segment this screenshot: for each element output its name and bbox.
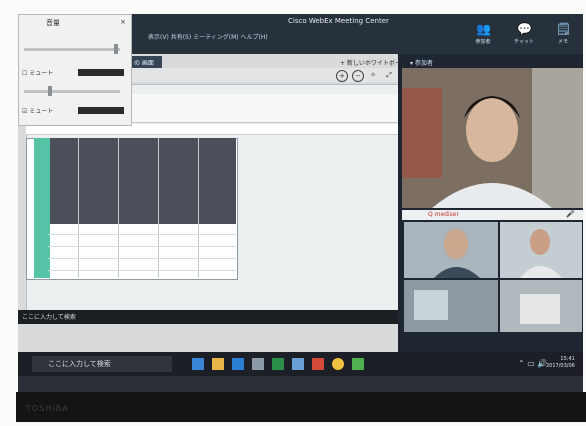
participant-video-1-image — [404, 222, 498, 278]
chat-button-label: チャット — [514, 39, 534, 45]
fullscreen-icon[interactable]: ⤢ — [384, 70, 394, 80]
mic-mute-icon[interactable]: 🎤 — [566, 210, 575, 218]
fit-icon[interactable]: ✧ — [368, 70, 378, 80]
grid-line — [48, 246, 236, 247]
grid-line — [118, 138, 119, 278]
taskbar-clock[interactable]: 15:41 2017/03/06 — [546, 356, 575, 370]
edge-browser-icon[interactable] — [232, 358, 244, 370]
tray-icons[interactable]: ⌃ ▭ 🔊 — [518, 359, 547, 368]
mute-checkbox-mic[interactable]: ☑ ミュート — [22, 106, 53, 115]
clock-date: 2017/03/06 — [546, 363, 575, 369]
window-title: Cisco WebEx Meeting Center — [288, 17, 389, 25]
app-icon[interactable] — [312, 358, 324, 370]
zoom-out-icon[interactable]: − — [352, 70, 364, 82]
screen: Cisco WebEx Meeting Center 表示(V) 共有(S) ミ… — [18, 14, 583, 394]
chat-icon: 💬 — [517, 22, 532, 36]
grid-line — [198, 138, 199, 278]
popup-title: 音量 — [46, 19, 60, 27]
participant-video-2[interactable] — [500, 222, 582, 278]
remote-search-box[interactable]: ここに入力して検索 — [22, 312, 76, 321]
participants-button-label: 参加者 — [475, 39, 491, 45]
store-icon[interactable] — [252, 358, 264, 370]
notes-button[interactable]: 🗒 メモ — [543, 20, 583, 52]
participants-header[interactable]: ▾ 参加者 — [410, 58, 433, 67]
mic-volume-slider[interactable] — [24, 90, 120, 93]
participant-video-4-image — [500, 280, 582, 332]
new-whiteboard-button[interactable]: + 新しいホワイトボード — [340, 58, 407, 67]
participant-video-3-image — [404, 280, 498, 332]
task-view-icon[interactable] — [192, 358, 204, 370]
speaker-level-meter — [78, 69, 124, 76]
grid-line — [48, 270, 236, 271]
zoom-in-icon[interactable]: + — [336, 70, 348, 82]
monitor-brand-logo: TOSHIBA — [26, 404, 69, 413]
participant-video-1[interactable] — [404, 222, 498, 278]
chat-button[interactable]: 💬 チャット — [504, 20, 544, 52]
spreadsheet-header-block — [48, 138, 236, 224]
participants-icon: 👥 — [476, 22, 491, 36]
speaker-volume-slider[interactable] — [24, 48, 120, 51]
menu-bar[interactable]: 表示(V) 共有(S) ミーティング(M) ヘルプ(H) — [148, 32, 268, 41]
grid-line — [78, 138, 79, 278]
participant-video-4[interactable] — [500, 280, 582, 332]
monitor-bottom-bezel — [16, 392, 586, 422]
chrome-icon[interactable] — [332, 358, 344, 370]
grid-line — [48, 234, 236, 235]
participant-video-2-image — [500, 222, 582, 278]
slider-handle[interactable] — [48, 86, 52, 96]
mute-checkbox-speaker[interactable]: ☐ ミュート — [22, 68, 53, 77]
close-icon[interactable]: × — [120, 18, 126, 26]
file-explorer-icon[interactable] — [212, 358, 224, 370]
video-strip-label: Q mediser — [428, 211, 459, 218]
notes-icon: 🗒 — [556, 22, 572, 36]
webex-icon[interactable] — [352, 358, 364, 370]
spreadsheet-highlight-column — [34, 138, 50, 278]
active-speaker-video — [402, 68, 583, 208]
mic-level-meter — [78, 107, 124, 114]
notes-button-label: メモ — [557, 39, 568, 45]
mail-icon[interactable] — [292, 358, 304, 370]
grid-line — [158, 138, 159, 278]
participant-video-3[interactable] — [404, 280, 498, 332]
excel-icon[interactable] — [272, 358, 284, 370]
slider-handle[interactable] — [114, 44, 118, 54]
clock-time: 15:41 — [560, 356, 575, 362]
speaker-video-image — [402, 68, 583, 208]
grid-line — [48, 258, 236, 259]
taskbar-search-box[interactable]: ここに入力して検索 — [32, 356, 172, 372]
participants-button[interactable]: 👥 参加者 — [463, 20, 503, 52]
